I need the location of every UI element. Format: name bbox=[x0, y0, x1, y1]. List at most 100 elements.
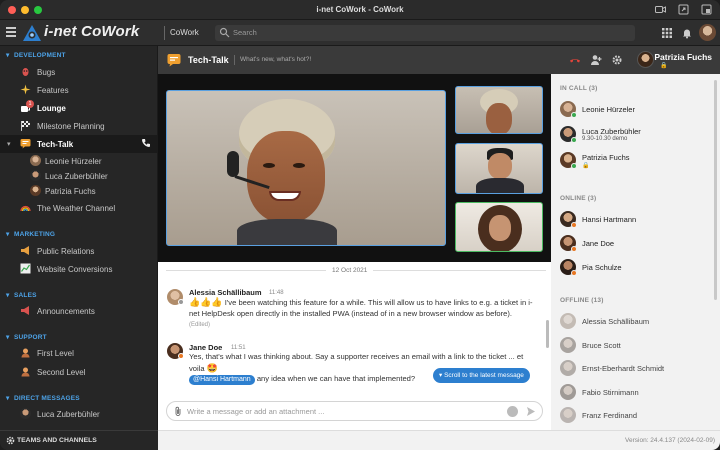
unread-badge: 1 bbox=[26, 100, 34, 108]
channel-features[interactable]: Features bbox=[0, 81, 157, 99]
channel-weather[interactable]: The Weather Channel bbox=[0, 199, 157, 217]
presence-dot bbox=[571, 270, 577, 276]
section-header-marketing[interactable]: ▾ MARKETING bbox=[6, 230, 55, 238]
camera-icon[interactable] bbox=[655, 4, 666, 15]
video-tile-luca[interactable] bbox=[455, 143, 543, 194]
menu-icon[interactable] bbox=[6, 27, 16, 39]
user-avatar[interactable] bbox=[699, 24, 716, 41]
rainbow-icon bbox=[20, 205, 31, 212]
presence-dot bbox=[571, 112, 577, 118]
share-screen-icon[interactable] bbox=[678, 4, 689, 15]
call-member-leonie[interactable]: Leonie Hürzeler bbox=[0, 153, 157, 168]
scroll-to-latest-button[interactable]: ▾ Scroll to the latest message bbox=[433, 368, 530, 383]
member-alessia[interactable]: Alessia Schällibaum bbox=[551, 310, 711, 332]
sparkle-icon bbox=[20, 84, 31, 95]
main-video-tile[interactable] bbox=[166, 90, 446, 246]
support-icon bbox=[21, 348, 30, 358]
call-member-patrizia[interactable]: Patrizia Fuchs bbox=[0, 183, 157, 198]
user-status-emoji: 🔒 bbox=[660, 63, 668, 69]
support-icon bbox=[21, 367, 30, 377]
member-bruce[interactable]: Bruce Scott bbox=[551, 334, 711, 356]
presence-dot bbox=[178, 353, 184, 359]
channel-second-level[interactable]: Second Level bbox=[0, 363, 157, 381]
section-header-sales[interactable]: ▾ SALES bbox=[6, 291, 37, 299]
bell-icon[interactable] bbox=[681, 27, 693, 39]
emoji-icon[interactable] bbox=[507, 406, 518, 417]
window-mode-icon[interactable] bbox=[701, 4, 712, 15]
channel-website-conversions[interactable]: Website Conversions bbox=[0, 260, 157, 278]
channel-public-relations[interactable]: Public Relations bbox=[0, 242, 157, 260]
presence-dot bbox=[571, 222, 577, 228]
teams-and-channels-button[interactable]: TEAMS AND CHANNELS bbox=[0, 430, 158, 450]
section-header-development[interactable]: ▾ DEVELOPMENT bbox=[6, 51, 66, 59]
message-author[interactable]: Alessia Schällibaum bbox=[189, 288, 262, 297]
member-pia[interactable]: Pia Schulze bbox=[551, 256, 711, 278]
avatar bbox=[20, 408, 31, 419]
message-author[interactable]: Jane Doe bbox=[189, 343, 222, 352]
apps-grid-icon[interactable] bbox=[661, 27, 673, 39]
member-hansi[interactable]: Hansi Hartmann bbox=[551, 208, 711, 230]
face bbox=[247, 131, 325, 223]
channel-tech-talk[interactable]: ▾ Tech-Talk bbox=[0, 135, 157, 153]
chat-area: 12 Oct 2021 Alessia Schällibaum 11:48 👍👍… bbox=[158, 262, 551, 430]
channel-lounge[interactable]: 1 Lounge bbox=[0, 99, 157, 117]
presence-dot bbox=[571, 163, 577, 169]
send-icon[interactable] bbox=[526, 406, 536, 417]
gear-icon bbox=[6, 436, 15, 445]
chevron-down-icon[interactable]: ▾ bbox=[7, 140, 11, 148]
member-status: 🔒 bbox=[582, 163, 590, 169]
message-time: 11:51 bbox=[231, 344, 246, 351]
status-footer: Version: 24.4.137 (2024-02-09) bbox=[158, 430, 720, 450]
members-panel: IN CALL (3) Leonie Hürzeler Luca Zuberbü… bbox=[551, 74, 720, 430]
dm-luca-zuberbuehler[interactable]: Luca Zuberbühler bbox=[0, 405, 157, 423]
member-fabio[interactable]: Fabio Stirnimann bbox=[551, 381, 711, 403]
window-title: i-net CoWork - CoWork bbox=[316, 5, 404, 14]
message-input[interactable] bbox=[187, 405, 487, 418]
attachment-icon[interactable] bbox=[173, 406, 183, 417]
avatar bbox=[30, 185, 41, 196]
presence-dot bbox=[571, 246, 577, 252]
loudspeaker-icon bbox=[21, 306, 29, 315]
member-status: 9.30-10.30 demo bbox=[582, 136, 628, 142]
title-bar: i-net CoWork - CoWork bbox=[0, 0, 720, 20]
channel-bugs[interactable]: Bugs bbox=[0, 63, 157, 81]
app-header: i-net CoWork CoWork Search bbox=[0, 20, 720, 46]
brand-name: i-net CoWork bbox=[44, 23, 140, 40]
presence-dot bbox=[178, 299, 184, 305]
channel-milestone-planning[interactable]: Milestone Planning bbox=[0, 117, 157, 135]
member-franz[interactable]: Franz Ferdinand bbox=[551, 404, 711, 426]
search-icon bbox=[219, 27, 230, 38]
chat-icon bbox=[20, 139, 31, 149]
member-ernst[interactable]: Ernst-Eberhardt Schmidt bbox=[551, 357, 711, 379]
avatar bbox=[30, 170, 41, 181]
user-mention[interactable]: @Hansi Hartmann bbox=[189, 375, 255, 385]
date-label: 12 Oct 2021 bbox=[326, 267, 374, 274]
chat-scrollbar[interactable] bbox=[546, 320, 549, 348]
search-input[interactable]: Search bbox=[215, 25, 635, 41]
member-patrizia[interactable]: Patrizia Fuchs 🔒 bbox=[551, 149, 711, 171]
avatar bbox=[560, 337, 576, 353]
phone-icon[interactable] bbox=[141, 138, 151, 148]
search-placeholder: Search bbox=[233, 28, 257, 37]
message-body: 👍👍👍 I've been watching this feature for … bbox=[189, 297, 533, 328]
avatar bbox=[560, 360, 576, 376]
section-header-support[interactable]: ▾ SUPPORT bbox=[6, 333, 47, 341]
avatar bbox=[560, 384, 576, 400]
video-tile-patrizia[interactable] bbox=[455, 202, 543, 252]
divider bbox=[164, 26, 165, 40]
video-tile-leonie[interactable] bbox=[455, 86, 543, 134]
members-scrollbar[interactable] bbox=[714, 80, 717, 300]
member-leonie[interactable]: Leonie Hürzeler bbox=[551, 98, 711, 120]
call-member-luca[interactable]: Luca Zuberbühler bbox=[0, 168, 157, 183]
member-jane[interactable]: Jane Doe bbox=[551, 232, 711, 254]
channel-announcements[interactable]: Announcements bbox=[0, 302, 157, 320]
channel-first-level[interactable]: First Level bbox=[0, 344, 157, 362]
section-header-direct-messages[interactable]: ▾ DIRECT MESSAGES bbox=[6, 394, 80, 402]
edited-label: (Edited) bbox=[189, 322, 211, 328]
online-header: ONLINE (3) bbox=[560, 195, 597, 202]
member-luca[interactable]: Luca Zuberbühler 9.30-10.30 demo bbox=[551, 123, 711, 145]
in-call-header: IN CALL (3) bbox=[560, 85, 598, 92]
offline-header: OFFLINE (13) bbox=[560, 297, 604, 304]
avatar bbox=[30, 155, 41, 166]
version-label: Version: 24.4.137 (2024-02-09) bbox=[625, 437, 715, 444]
